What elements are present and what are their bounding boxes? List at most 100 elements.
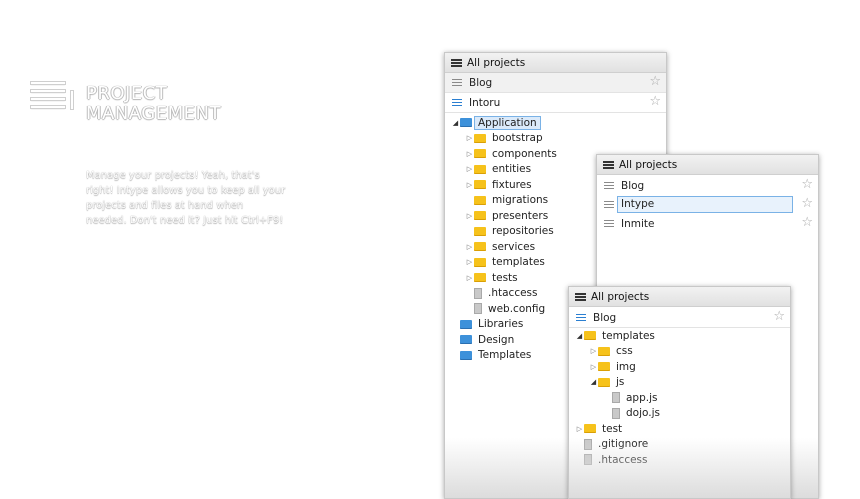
folder-icon bbox=[474, 180, 486, 189]
tree-item-label: test bbox=[602, 422, 623, 435]
hero-title-line2: MANAGEMENT bbox=[86, 103, 221, 124]
hero-description: Manage your projects! Yeah, that's right… bbox=[86, 170, 286, 226]
project-label: Intoru bbox=[469, 96, 501, 109]
tree-item-label: .htaccess bbox=[488, 287, 538, 299]
project-icon bbox=[576, 314, 586, 321]
tree-item-label: fixtures bbox=[492, 178, 532, 191]
tree-item-services[interactable]: ▷ services bbox=[465, 239, 535, 254]
tree-item-templates[interactable]: ◢ templates bbox=[575, 328, 655, 343]
tree-item-repositories[interactable]: repositories bbox=[465, 224, 554, 239]
star-icon[interactable]: ☆ bbox=[801, 216, 813, 230]
tree-item-label: css bbox=[616, 345, 633, 357]
folder-icon bbox=[460, 118, 472, 127]
tree-item-htaccess[interactable]: .htaccess bbox=[465, 286, 538, 301]
tree-item-label: tests bbox=[492, 271, 518, 284]
folder-icon bbox=[598, 346, 610, 356]
project-icon bbox=[604, 182, 614, 189]
star-icon[interactable]: ☆ bbox=[801, 197, 813, 211]
project-label: Blog bbox=[469, 76, 493, 89]
folder-icon bbox=[584, 424, 596, 433]
tree-item-htaccess[interactable]: .htaccess bbox=[575, 452, 648, 467]
panel-header[interactable]: All projects bbox=[445, 53, 666, 73]
project-row-intoru[interactable]: Intoru ☆ bbox=[445, 93, 666, 113]
project-panel-blog: All projects Blog ☆ ◢ templates ▷ css ▷ img ◢ j… bbox=[568, 286, 791, 499]
folder-icon bbox=[474, 133, 486, 143]
project-icon bbox=[452, 99, 462, 106]
folder-icon bbox=[460, 350, 472, 360]
folder-icon bbox=[474, 226, 486, 236]
collapsed-arrow-icon[interactable]: ▷ bbox=[589, 347, 598, 355]
expanded-arrow-icon[interactable]: ◢ bbox=[589, 378, 598, 386]
tree-item-application[interactable]: ◢ Application bbox=[451, 115, 541, 130]
tree-item-libraries[interactable]: Libraries bbox=[451, 317, 523, 332]
tree-item-label: Application bbox=[474, 115, 541, 130]
collapsed-arrow-icon[interactable]: ▷ bbox=[589, 363, 598, 371]
project-row-blog[interactable]: Blog ☆ bbox=[597, 176, 818, 195]
star-icon[interactable]: ☆ bbox=[773, 310, 785, 324]
tree-item-components[interactable]: ▷ components bbox=[465, 146, 557, 161]
list-icon bbox=[603, 160, 614, 169]
tree-item-label: app.js bbox=[626, 391, 658, 404]
expanded-arrow-icon[interactable]: ◢ bbox=[575, 332, 584, 340]
project-icon bbox=[604, 201, 614, 208]
tree-item-js[interactable]: ◢ js bbox=[589, 375, 625, 390]
tree-item-design[interactable]: Design bbox=[451, 332, 514, 347]
star-icon[interactable]: ☆ bbox=[649, 75, 661, 89]
tree-item-css[interactable]: ▷ css bbox=[589, 344, 633, 359]
tree-item-tests[interactable]: ▷ tests bbox=[465, 270, 518, 285]
tree-item-label: .gitignore bbox=[598, 438, 649, 450]
hero-title: PROJECT MANAGEMENT bbox=[86, 84, 221, 124]
file-icon bbox=[584, 454, 592, 465]
panel-header[interactable]: All projects bbox=[569, 287, 790, 307]
tree-item-dojo-js[interactable]: dojo.js bbox=[603, 406, 660, 421]
collapsed-arrow-icon[interactable]: ▷ bbox=[465, 212, 474, 220]
collapsed-arrow-icon[interactable]: ▷ bbox=[465, 150, 474, 158]
tree-item-presenters[interactable]: ▷ presenters bbox=[465, 208, 548, 223]
project-icon bbox=[604, 220, 614, 227]
tree-item-label: .htaccess bbox=[598, 453, 648, 466]
tree-item-web-config[interactable]: web.config bbox=[465, 301, 545, 316]
collapsed-arrow-icon[interactable]: ▷ bbox=[465, 165, 474, 173]
project-row-inmite[interactable]: Inmite ☆ bbox=[597, 214, 818, 233]
collapsed-arrow-icon[interactable]: ▷ bbox=[465, 258, 474, 266]
file-icon bbox=[612, 407, 620, 419]
project-row-blog[interactable]: Blog ☆ bbox=[445, 73, 666, 93]
tree-item-templates[interactable]: Templates bbox=[451, 348, 531, 363]
tree-item-bootstrap[interactable]: ▷ bootstrap bbox=[465, 131, 543, 146]
tree-item-fixtures[interactable]: ▷ fixtures bbox=[465, 177, 532, 192]
tree-item-label: Templates bbox=[478, 349, 532, 361]
folder-icon bbox=[474, 242, 486, 251]
panel-header-label: All projects bbox=[467, 56, 526, 69]
expanded-arrow-icon[interactable]: ◢ bbox=[451, 119, 460, 127]
tree-item-app-js[interactable]: app.js bbox=[603, 390, 658, 405]
tree-item-label: bootstrap bbox=[492, 132, 543, 144]
tree-item-test[interactable]: ▷ test bbox=[575, 421, 622, 436]
collapsed-arrow-icon[interactable]: ▷ bbox=[465, 274, 474, 282]
folder-icon bbox=[474, 195, 486, 205]
tree-item-templates[interactable]: ▷ templates bbox=[465, 255, 545, 270]
tree-item-entities[interactable]: ▷ entities bbox=[465, 162, 531, 177]
tree-item-gitignore[interactable]: .gitignore bbox=[575, 437, 648, 452]
tree-item-img[interactable]: ▷ img bbox=[589, 359, 636, 374]
star-icon[interactable]: ☆ bbox=[801, 178, 813, 192]
project-label: Blog bbox=[593, 311, 617, 324]
project-icon bbox=[452, 79, 462, 86]
tree-item-label: templates bbox=[492, 256, 545, 268]
panel-header[interactable]: All projects bbox=[597, 155, 818, 175]
hero-title-line1: PROJECT bbox=[86, 83, 168, 104]
file-icon bbox=[474, 287, 482, 299]
file-icon bbox=[584, 438, 592, 450]
tree-item-label: img bbox=[616, 360, 636, 373]
tree-item-label: Design bbox=[478, 333, 515, 346]
folder-icon bbox=[460, 319, 472, 329]
collapsed-arrow-icon[interactable]: ▷ bbox=[465, 181, 474, 189]
project-row-blog[interactable]: Blog ☆ bbox=[569, 308, 790, 328]
star-icon[interactable]: ☆ bbox=[649, 95, 661, 109]
collapsed-arrow-icon[interactable]: ▷ bbox=[465, 243, 474, 251]
tree-item-label: templates bbox=[602, 329, 655, 342]
tree-item-label: services bbox=[492, 240, 536, 253]
tree-item-migrations[interactable]: migrations bbox=[465, 193, 548, 208]
project-row-intype[interactable]: Intype ☆ bbox=[597, 195, 818, 214]
collapsed-arrow-icon[interactable]: ▷ bbox=[465, 134, 474, 142]
collapsed-arrow-icon[interactable]: ▷ bbox=[575, 425, 584, 433]
